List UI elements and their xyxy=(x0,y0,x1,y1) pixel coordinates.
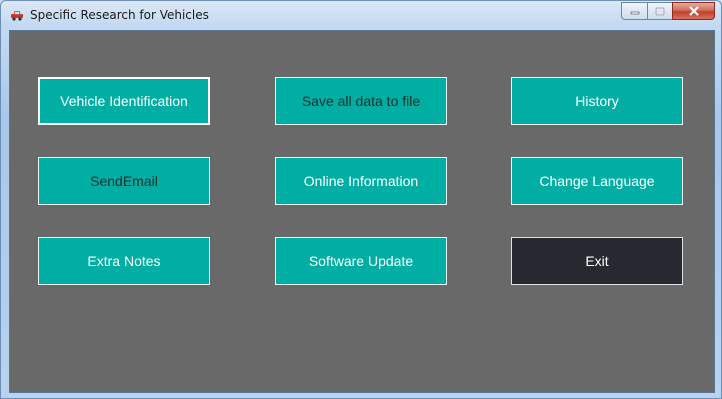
caption-buttons xyxy=(621,2,715,21)
close-button[interactable] xyxy=(672,2,715,20)
vehicle-identification-button[interactable]: Vehicle Identification xyxy=(38,77,210,125)
minimize-button[interactable] xyxy=(621,2,647,20)
maximize-button[interactable] xyxy=(647,2,672,20)
maximize-icon xyxy=(655,6,665,16)
change-language-button[interactable]: Change Language xyxy=(511,157,683,205)
window-title: Specific Research for Vehicles xyxy=(30,8,209,22)
send-email-button[interactable]: SendEmail xyxy=(38,157,210,205)
exit-button[interactable]: Exit xyxy=(511,237,683,285)
minimize-icon xyxy=(630,11,639,15)
save-all-data-button[interactable]: Save all data to file xyxy=(275,77,447,125)
extra-notes-button[interactable]: Extra Notes xyxy=(38,237,210,285)
online-information-button[interactable]: Online Information xyxy=(275,157,447,205)
history-button[interactable]: History xyxy=(511,77,683,125)
car-icon xyxy=(11,11,23,21)
software-update-button[interactable]: Software Update xyxy=(275,237,447,285)
title-bar[interactable]: Specific Research for Vehicles xyxy=(1,1,721,30)
close-icon xyxy=(688,6,699,16)
main-panel: Vehicle Identification Save all data to … xyxy=(9,30,715,393)
app-window: Specific Research for Vehicles Vehicle I… xyxy=(0,0,722,399)
